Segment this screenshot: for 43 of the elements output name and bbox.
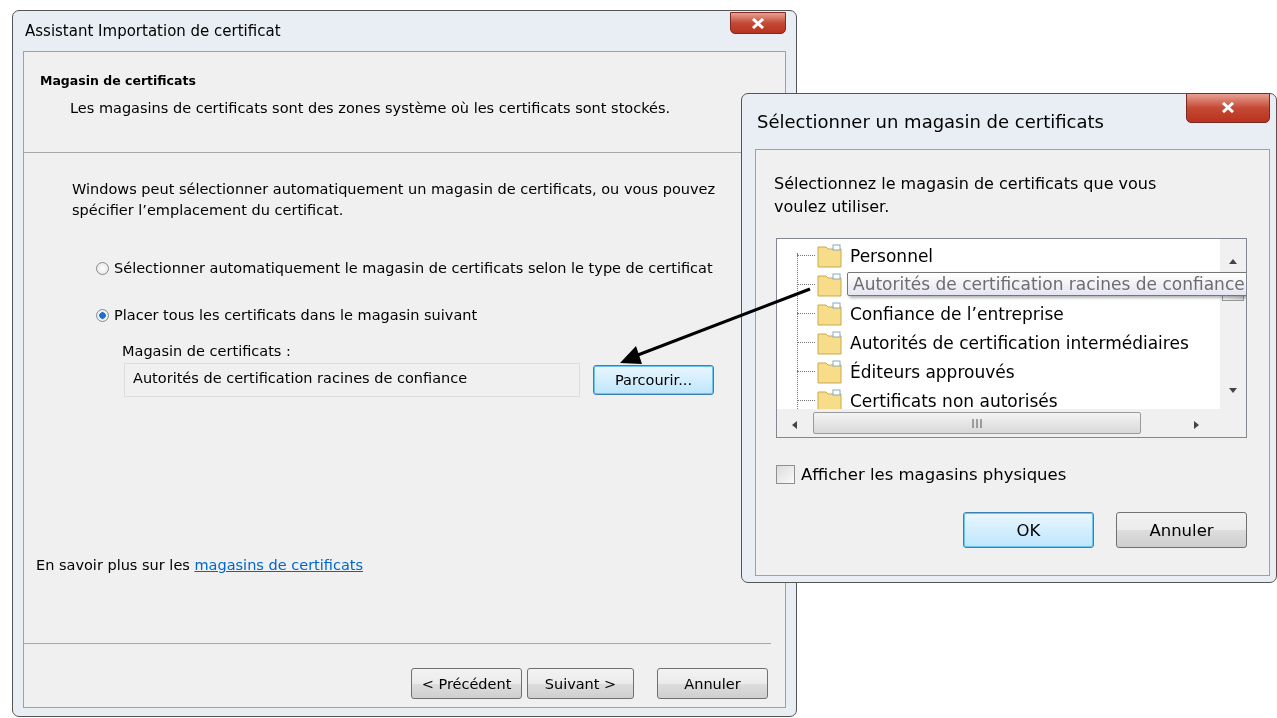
cancel-button[interactable]: Annuler bbox=[1116, 512, 1247, 548]
cancel-button[interactable]: Annuler bbox=[657, 668, 768, 699]
grip-icon bbox=[972, 418, 982, 428]
down-arrow-icon[interactable] bbox=[1229, 386, 1237, 394]
physical-stores-checkbox[interactable]: Afficher les magasins physiques bbox=[776, 465, 1269, 484]
ok-button[interactable]: OK bbox=[963, 512, 1094, 548]
field-label: Magasin de certificats : bbox=[122, 343, 292, 359]
radio-button[interactable] bbox=[96, 261, 109, 275]
store-field[interactable]: Autorités de certification racines de confiance bbox=[124, 363, 580, 397]
folder-icon bbox=[817, 388, 842, 409]
section-description: Les magasins de certificats sont des zones système où les certificats sont stockés. bbox=[70, 100, 672, 116]
tree-item[interactable]: Personnel bbox=[797, 241, 1220, 270]
tree-item[interactable]: Éditeurs approuvés bbox=[797, 357, 1220, 386]
back-button[interactable]: < Précédent bbox=[411, 668, 522, 699]
close-icon bbox=[1221, 102, 1235, 113]
store-link[interactable]: magasins de certificats bbox=[194, 557, 364, 573]
radio-option[interactable]: Placer tous les certificats dans le magasin suivant bbox=[96, 307, 785, 323]
folder-icon bbox=[817, 330, 842, 355]
browse-button[interactable]: Parcourir... bbox=[593, 365, 714, 395]
horizontal-scrollbar[interactable] bbox=[777, 409, 1246, 437]
next-button[interactable]: Suivant > bbox=[527, 668, 634, 699]
tree-item[interactable]: Autorités de certification intermédiaires bbox=[797, 328, 1220, 357]
folder-icon bbox=[817, 301, 842, 326]
folder-icon bbox=[817, 272, 842, 297]
tooltip: Autorités de certification racines de confiance bbox=[847, 272, 1246, 296]
radio-button[interactable] bbox=[96, 308, 109, 322]
dialog-prompt: Sélectionnez le magasin de certificats que vous voulez utiliser. bbox=[774, 173, 1158, 218]
left-arrow-icon[interactable] bbox=[791, 420, 799, 429]
dialog-title: Sélectionner un magasin de certificats bbox=[756, 111, 1104, 132]
tree-item[interactable]: Certificats non autorisés bbox=[797, 386, 1220, 409]
section-heading: Magasin de certificats bbox=[40, 73, 197, 88]
up-arrow-icon[interactable] bbox=[1229, 258, 1237, 266]
folder-icon bbox=[817, 359, 842, 384]
tree-item[interactable]: Confiance de l’entreprise bbox=[797, 299, 1220, 328]
close-button[interactable] bbox=[1186, 92, 1270, 123]
window-title: Assistant Importation de certificat bbox=[24, 22, 281, 40]
intro-text: Windows peut sélectionner automatiquement un magasin de certificats, ou vous pouvez spécifier l’emplacement du certificat. bbox=[72, 180, 717, 220]
close-icon bbox=[751, 17, 765, 29]
folder-icon bbox=[817, 243, 842, 268]
checkbox[interactable] bbox=[776, 465, 795, 484]
radio-option[interactable]: Sélectionner automatiquement le magasin de certificats selon le type de certificat bbox=[96, 260, 785, 276]
close-button[interactable] bbox=[730, 12, 786, 34]
right-arrow-icon[interactable] bbox=[1192, 420, 1200, 429]
